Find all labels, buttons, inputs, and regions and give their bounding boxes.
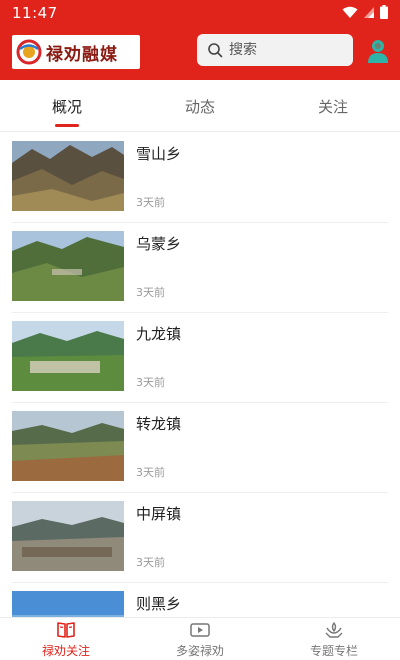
battery-icon xyxy=(380,5,388,19)
article-list: 雪山乡 3天前 乌蒙乡 3天前 九龙镇 3天前 转龙镇 3天前 中屏镇 3天前 … xyxy=(0,133,400,617)
item-thumbnail xyxy=(12,411,124,481)
app-header: 11:47 禄劝融媒 xyxy=(0,0,400,80)
item-thumbnail xyxy=(12,231,124,301)
item-thumbnail xyxy=(12,321,124,391)
search-icon xyxy=(208,43,223,58)
app-logo[interactable]: 禄劝融媒 xyxy=(12,35,140,69)
nav-label: 专题专栏 xyxy=(309,643,358,658)
item-time: 3天前 xyxy=(136,376,165,389)
item-time: 3天前 xyxy=(136,196,165,209)
item-title: 乌蒙乡 xyxy=(136,235,182,253)
lotus-hands-icon xyxy=(325,621,343,638)
item-title: 则黑乡 xyxy=(136,595,182,613)
item-title: 中屏镇 xyxy=(136,505,182,523)
logo-mark-icon xyxy=(16,39,42,65)
nav-label: 禄劝关注 xyxy=(41,643,90,658)
status-bar: 11:47 xyxy=(0,0,400,24)
tab-active-indicator xyxy=(55,124,79,127)
wifi-icon xyxy=(342,6,358,18)
video-icon xyxy=(190,622,210,637)
list-item[interactable]: 乌蒙乡 3天前 xyxy=(12,223,388,313)
list-item[interactable]: 中屏镇 3天前 xyxy=(12,493,388,583)
item-title: 转龙镇 xyxy=(136,415,182,433)
item-time: 3天前 xyxy=(136,466,165,479)
item-thumbnail xyxy=(12,141,124,211)
tab-follow[interactable]: 关注 xyxy=(288,80,378,132)
search-input[interactable] xyxy=(229,42,339,58)
item-title: 九龙镇 xyxy=(136,325,182,343)
status-time: 11:47 xyxy=(12,4,58,22)
item-thumbnail xyxy=(12,591,124,617)
logo-text: 禄劝融媒 xyxy=(46,44,118,65)
item-time: 3天前 xyxy=(136,286,165,299)
user-icon[interactable] xyxy=(366,38,390,64)
search-box[interactable] xyxy=(197,34,353,66)
tab-news[interactable]: 动态 xyxy=(155,80,245,132)
signal-icon xyxy=(364,6,374,18)
bottom-nav: 禄劝关注 多姿禄劝 专题专栏 xyxy=(0,617,400,660)
list-item[interactable]: 转龙镇 3天前 xyxy=(12,403,388,493)
item-thumbnail xyxy=(12,501,124,571)
status-icons xyxy=(342,5,388,19)
nav-item-diverse-luquan[interactable]: 多姿禄劝 xyxy=(150,618,250,660)
list-item[interactable]: 雪山乡 3天前 xyxy=(12,133,388,223)
list-item[interactable]: 九龙镇 3天前 xyxy=(12,313,388,403)
nav-item-special-topics[interactable]: 专题专栏 xyxy=(284,618,384,660)
nav-item-luquan-focus[interactable]: 禄劝关注 xyxy=(16,618,116,660)
item-time: 3天前 xyxy=(136,556,165,569)
book-icon xyxy=(57,621,75,638)
nav-label: 多姿禄劝 xyxy=(175,643,224,658)
item-title: 雪山乡 xyxy=(136,145,182,163)
list-item[interactable]: 则黑乡 xyxy=(12,583,388,617)
tab-bar: 概况 动态 关注 xyxy=(0,80,400,132)
